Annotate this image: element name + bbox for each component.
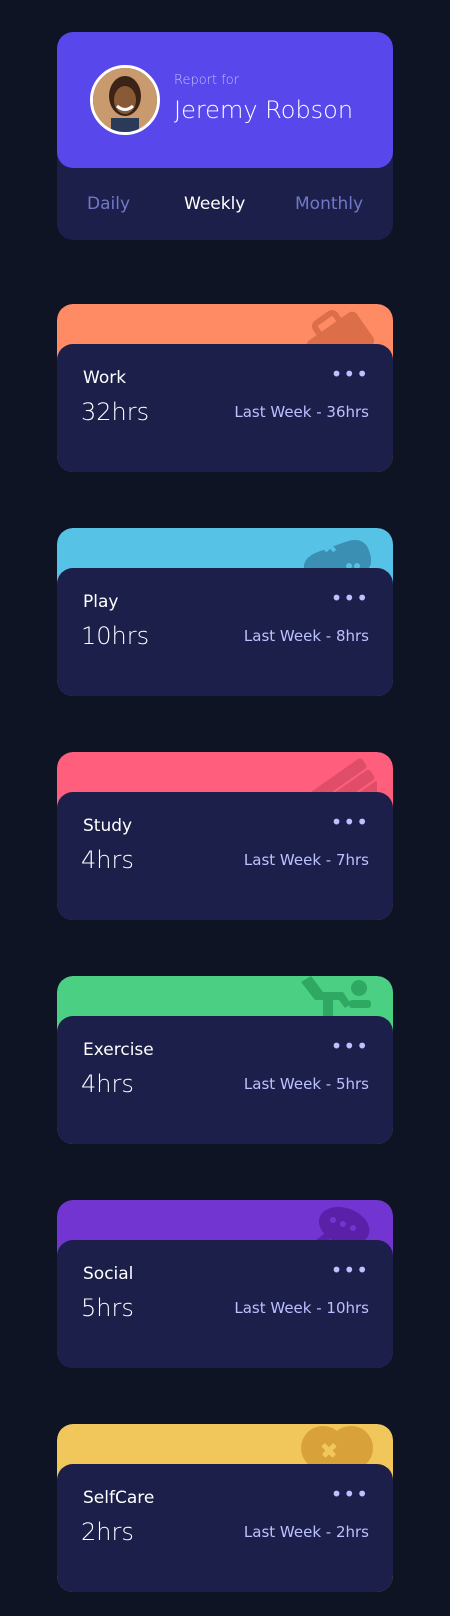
- profile-card: Report for Jeremy Robson Daily Weekly Mo…: [57, 32, 393, 240]
- previous-hours: Last Week - 2hrs: [243, 1523, 369, 1541]
- more-options-icon[interactable]: •••: [331, 364, 369, 384]
- card-title: Social: [83, 1264, 134, 1284]
- card-body: Study ••• 4hrs Last Week - 7hrs: [57, 792, 393, 920]
- activity-card-selfcare: SelfCare ••• 2hrs Last Week - 2hrs: [57, 1424, 393, 1592]
- period-daily[interactable]: Daily: [87, 194, 130, 214]
- current-hours: 10hrs: [81, 622, 150, 650]
- card-title: Study: [83, 816, 133, 836]
- card-body: Play ••• 10hrs Last Week - 8hrs: [57, 568, 393, 696]
- more-options-icon[interactable]: •••: [331, 1484, 369, 1504]
- current-hours: 4hrs: [81, 1070, 134, 1098]
- activity-card-social: Social ••• 5hrs Last Week - 10hrs: [57, 1200, 393, 1368]
- more-options-icon[interactable]: •••: [331, 588, 369, 608]
- report-for-label: Report for: [174, 73, 240, 88]
- activity-card-exercise: Exercise ••• 4hrs Last Week - 5hrs: [57, 976, 393, 1144]
- more-options-icon[interactable]: •••: [331, 1260, 369, 1280]
- previous-hours: Last Week - 36hrs: [234, 403, 369, 421]
- more-options-icon[interactable]: •••: [331, 812, 369, 832]
- card-body: SelfCare ••• 2hrs Last Week - 2hrs: [57, 1464, 393, 1592]
- current-hours: 5hrs: [81, 1294, 134, 1322]
- previous-hours: Last Week - 5hrs: [243, 1075, 369, 1093]
- period-weekly[interactable]: Weekly: [184, 194, 245, 214]
- avatar: [90, 65, 160, 135]
- previous-hours: Last Week - 8hrs: [243, 627, 369, 645]
- card-title: Work: [83, 368, 127, 388]
- current-hours: 32hrs: [81, 398, 150, 426]
- user-name: Jeremy Robson: [174, 96, 354, 124]
- card-body: Exercise ••• 4hrs Last Week - 5hrs: [57, 1016, 393, 1144]
- card-body: Work ••• 32hrs Last Week - 36hrs: [57, 344, 393, 472]
- previous-hours: Last Week - 10hrs: [234, 1299, 369, 1317]
- card-title: Play: [83, 592, 119, 612]
- period-monthly[interactable]: Monthly: [295, 194, 363, 214]
- profile-header: Report for Jeremy Robson: [57, 32, 393, 168]
- current-hours: 4hrs: [81, 846, 134, 874]
- more-options-icon[interactable]: •••: [331, 1036, 369, 1056]
- card-title: Exercise: [83, 1040, 154, 1060]
- previous-hours: Last Week - 7hrs: [243, 851, 369, 869]
- activity-card-work: Work ••• 32hrs Last Week - 36hrs: [57, 304, 393, 472]
- activity-card-study: Study ••• 4hrs Last Week - 7hrs: [57, 752, 393, 920]
- activity-card-play: Play ••• 10hrs Last Week - 8hrs: [57, 528, 393, 696]
- card-title: SelfCare: [83, 1488, 155, 1508]
- current-hours: 2hrs: [81, 1518, 134, 1546]
- card-body: Social ••• 5hrs Last Week - 10hrs: [57, 1240, 393, 1368]
